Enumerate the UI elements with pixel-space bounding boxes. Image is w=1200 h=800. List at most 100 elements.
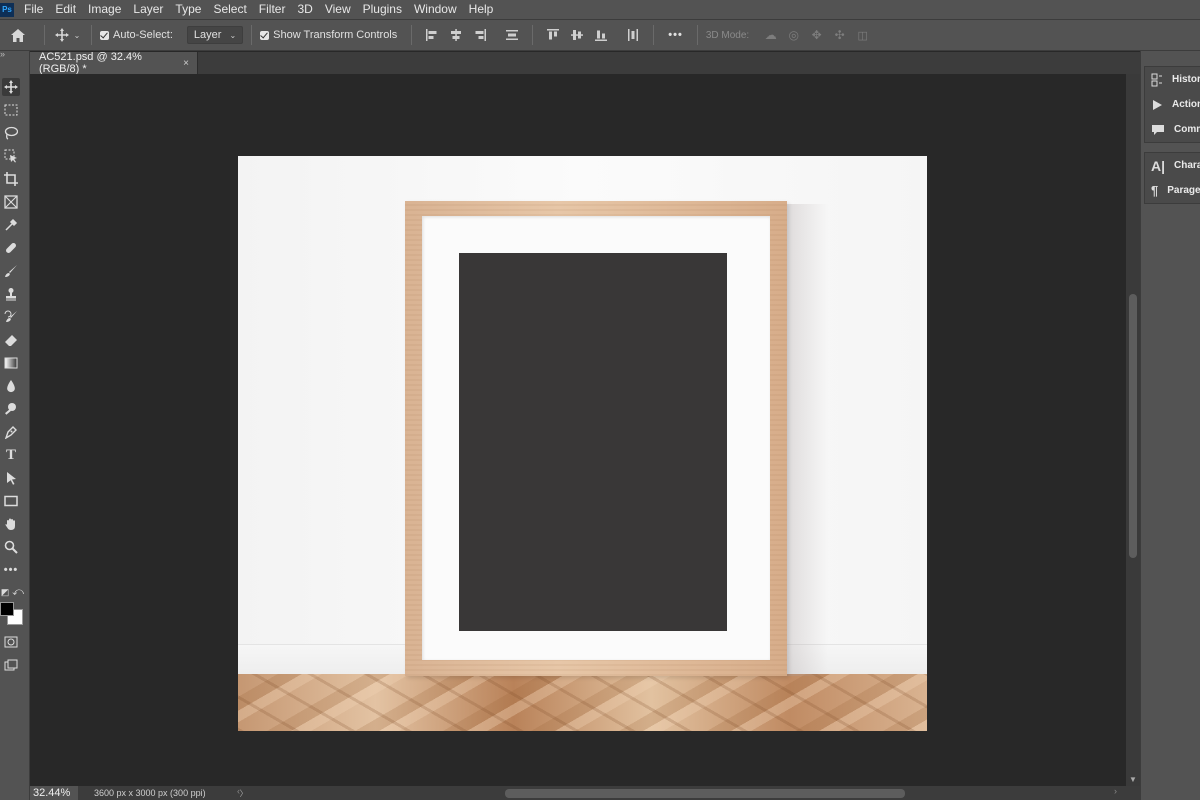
separator	[91, 25, 92, 45]
artwork-placeholder	[459, 253, 727, 631]
quick-mask-icon[interactable]	[2, 633, 20, 651]
panel-history-label: Histor	[1172, 74, 1200, 85]
vertical-scroll-thumb[interactable]	[1129, 294, 1137, 558]
path-select-icon[interactable]	[2, 469, 20, 487]
crop-icon[interactable]	[2, 170, 20, 188]
distribute-vertical-icon[interactable]	[626, 28, 640, 42]
eyedropper-icon[interactable]	[2, 216, 20, 234]
frame-icon[interactable]	[2, 193, 20, 211]
hand-icon[interactable]	[2, 515, 20, 533]
3d-pan-icon[interactable]: ✥	[805, 28, 828, 42]
rectangle-icon[interactable]	[2, 492, 20, 510]
zoom-icon[interactable]	[2, 538, 20, 556]
collapse-handle-icon[interactable]: »	[0, 49, 5, 59]
screen-mode-icon[interactable]	[2, 656, 20, 674]
move-icon[interactable]	[2, 78, 20, 96]
picture-frame	[405, 201, 787, 676]
panel-actions-label: Action	[1172, 99, 1200, 110]
home-icon[interactable]	[0, 28, 36, 42]
panel-history[interactable]: Histor	[1145, 67, 1200, 92]
more-options-button[interactable]: •••	[668, 29, 683, 41]
panel-comments[interactable]: Comm	[1145, 117, 1200, 142]
menu-view[interactable]: View	[319, 0, 357, 19]
eraser-icon[interactable]	[2, 331, 20, 349]
align-right-icon[interactable]	[473, 28, 487, 42]
auto-select-checkbox[interactable]	[100, 30, 109, 40]
menu-select[interactable]: Select	[207, 0, 252, 19]
align-horizontal-center-icon[interactable]	[449, 28, 463, 42]
menu-filter[interactable]: Filter	[253, 0, 292, 19]
comments-icon	[1151, 124, 1165, 136]
scroll-right-icon[interactable]: ›	[1114, 786, 1117, 796]
horizontal-scroll-thumb[interactable]	[505, 789, 905, 798]
menu-image[interactable]: Image	[82, 0, 127, 19]
auto-select-label: Auto-Select:	[113, 29, 173, 41]
panel-paragraph[interactable]: ¶ Parage	[1145, 178, 1200, 203]
marquee-icon[interactable]	[2, 101, 20, 119]
menu-help[interactable]: Help	[463, 0, 500, 19]
show-transform-controls-label: Show Transform Controls	[273, 29, 398, 41]
panel-character[interactable]: A| Charac	[1145, 153, 1200, 178]
align-bottom-icon[interactable]	[594, 28, 608, 42]
wood-floor	[238, 674, 927, 731]
brush-icon[interactable]	[2, 262, 20, 280]
lasso-icon[interactable]	[2, 124, 20, 142]
foreground-color-swatch[interactable]	[0, 602, 14, 616]
menu-window[interactable]: Window	[408, 0, 463, 19]
paragraph-icon: ¶	[1151, 183, 1159, 198]
gradient-icon[interactable]	[2, 354, 20, 372]
dodge-icon[interactable]	[2, 400, 20, 418]
separator	[411, 25, 413, 45]
swap-colors-icon[interactable]: ⤺	[12, 583, 24, 601]
3d-slide-icon[interactable]: ✣	[828, 28, 851, 42]
blur-icon[interactable]	[2, 377, 20, 395]
default-colors-icon[interactable]: ◩	[0, 583, 10, 601]
menu-type[interactable]: Type	[169, 0, 207, 19]
menu-edit[interactable]: Edit	[49, 0, 82, 19]
menu-file[interactable]: File	[18, 0, 49, 19]
history-brush-icon[interactable]	[2, 308, 20, 326]
document-canvas[interactable]	[238, 156, 927, 731]
auto-select-target-value: Layer	[193, 29, 222, 41]
options-bar: ⌄ Auto-Select: Layer ⌄ Show Transform Co…	[0, 19, 1200, 51]
history-icon	[1151, 73, 1163, 87]
chevron-down-icon: ⌄	[229, 30, 237, 40]
menu-layer[interactable]: Layer	[127, 0, 169, 19]
3d-roll-icon[interactable]: ◎	[782, 28, 805, 42]
panel-group-history: Histor Action Comm	[1144, 66, 1200, 143]
healing-brush-icon[interactable]	[2, 239, 20, 257]
menu-plugins[interactable]: Plugins	[357, 0, 408, 19]
horizontal-scrollbar[interactable]: ‹ ›	[237, 786, 1117, 798]
actions-icon	[1151, 99, 1163, 111]
close-icon[interactable]: ×	[183, 58, 189, 69]
object-select-icon[interactable]	[2, 147, 20, 165]
3d-camera-icon[interactable]: ◫	[851, 29, 874, 42]
menu-bar: Ps File Edit Image Layer Type Select Fil…	[0, 0, 1200, 19]
align-top-icon[interactable]	[546, 28, 560, 42]
panel-actions[interactable]: Action	[1145, 92, 1200, 117]
align-left-icon[interactable]	[425, 28, 439, 42]
more-tools-icon[interactable]: •••	[2, 561, 20, 579]
canvas-area[interactable]	[30, 74, 1126, 786]
chevron-down-icon[interactable]: ⌄	[71, 31, 83, 40]
zoom-level-field[interactable]: 32.44%	[30, 786, 78, 800]
document-tab-title: AC521.psd @ 32.4% (RGB/8) *	[39, 51, 142, 75]
document-tab[interactable]: AC521.psd @ 32.4% (RGB/8) * ×	[30, 51, 198, 75]
type-icon[interactable]: T	[2, 446, 20, 464]
move-tool-preset-icon[interactable]	[53, 28, 71, 42]
align-vertical-center-icon[interactable]	[570, 28, 584, 42]
document-info[interactable]: 3600 px x 3000 px (300 ppi)	[94, 788, 206, 798]
auto-select-target-dropdown[interactable]: Layer ⌄	[186, 26, 244, 44]
scroll-down-icon[interactable]: ▼	[1129, 775, 1137, 784]
show-transform-controls-checkbox[interactable]	[260, 30, 270, 40]
vertical-scrollbar[interactable]: ▼	[1126, 74, 1140, 786]
app-logo: Ps	[0, 2, 14, 17]
distribute-icon[interactable]	[505, 28, 519, 42]
3d-orbit-icon[interactable]: ☁	[759, 28, 782, 42]
photoshop-window: Ps File Edit Image Layer Type Select Fil…	[0, 0, 1200, 800]
panel-group-type: A| Charac ¶ Parage	[1144, 152, 1200, 204]
menu-3d[interactable]: 3D	[291, 0, 318, 19]
stamp-icon[interactable]	[2, 285, 20, 303]
scroll-left-icon[interactable]: ‹	[237, 786, 240, 796]
pen-icon[interactable]	[2, 423, 20, 441]
